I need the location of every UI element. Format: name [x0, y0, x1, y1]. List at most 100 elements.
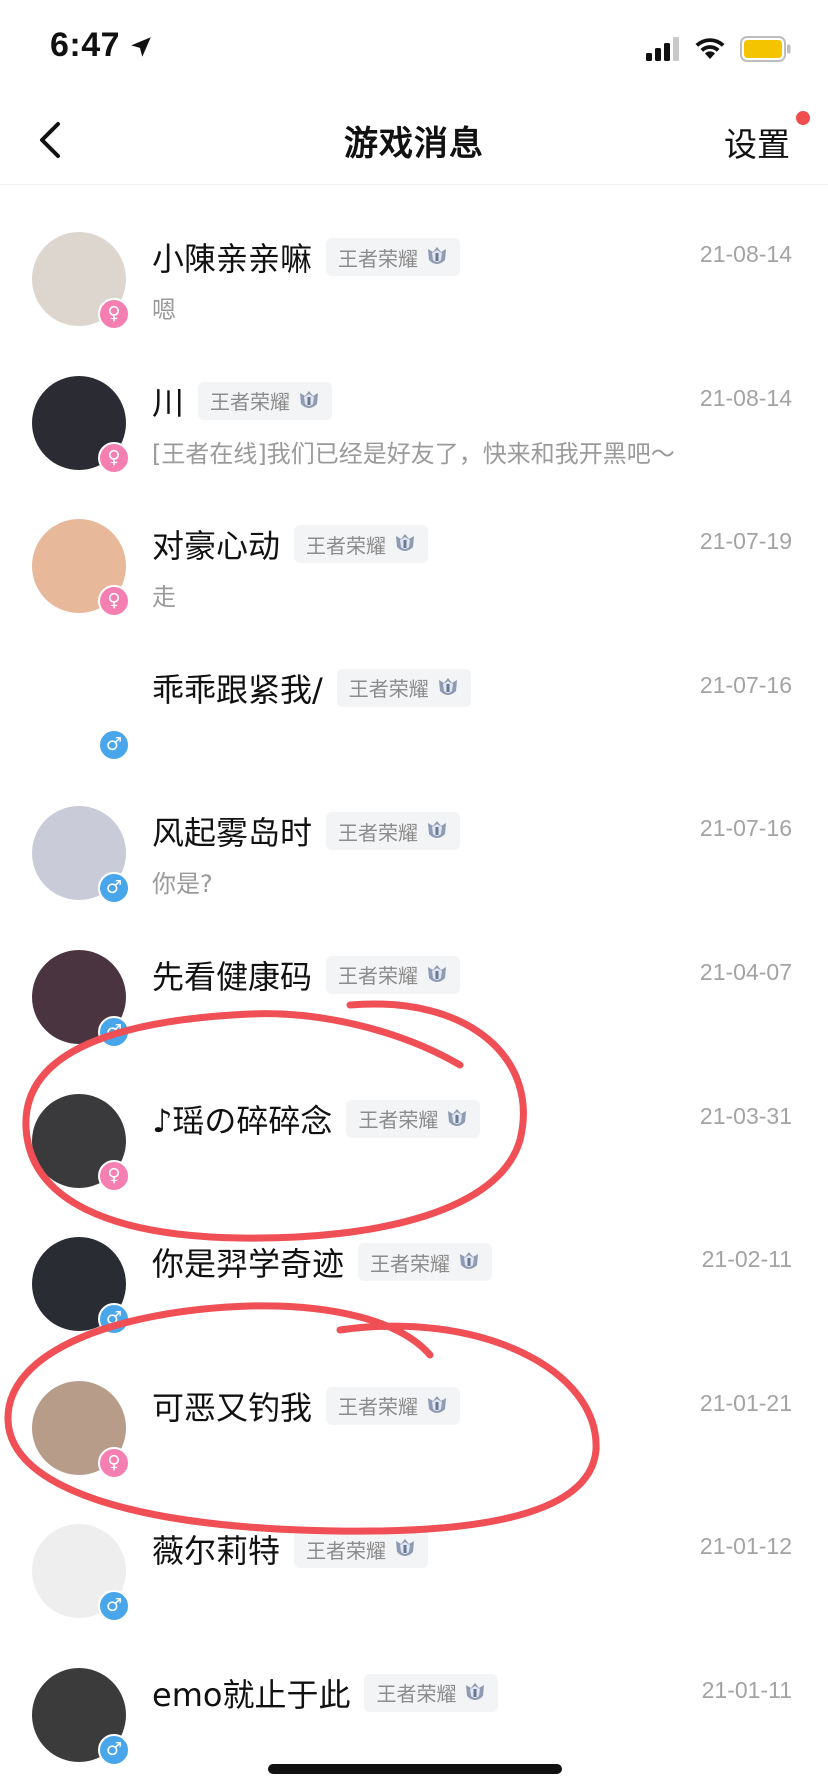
gender-badge: ♀: [98, 441, 130, 474]
nickname: 小陳亲亲嘛: [152, 240, 313, 278]
rank-badge-icon: [396, 534, 415, 552]
game-tag-label: 王者荣耀: [338, 1395, 419, 1420]
message-date: 21-04-07: [699, 958, 792, 985]
message-date: 21-01-12: [699, 1533, 792, 1560]
message-date: 21-03-31: [699, 1102, 792, 1129]
message-date: 21-01-11: [701, 1676, 792, 1703]
gender-badge: ♂: [98, 1303, 130, 1336]
row-header: 先看健康码 王者荣耀: [152, 953, 461, 997]
status-bar: 6:47: [0, 0, 828, 96]
message-row[interactable]: ♂ 风起雾岛时 王者荣耀 21-07-16 你是?: [0, 759, 828, 905]
nickname: 先看健康码: [152, 957, 313, 996]
gender-badge: ♀: [98, 585, 130, 618]
nickname: 对豪心动: [152, 527, 281, 566]
game-tag-label: 王者荣耀: [348, 677, 429, 702]
message-date: 21-07-16: [699, 815, 792, 842]
gender-badge: ♀: [98, 298, 130, 330]
status-time: 6:47: [50, 26, 121, 64]
rank-badge-icon: [428, 821, 447, 839]
message-list: ♀ 小陳亲亲嘛 王者荣耀 21-08-14 嗯 ♀ 川 王者荣耀 21-08-1…: [0, 185, 828, 1766]
row-header: 你是羿学奇迹 王者荣耀: [152, 1240, 493, 1284]
rank-badge-icon: [448, 1108, 467, 1126]
location-arrow-icon: [131, 37, 151, 57]
nickname: emo就止于此: [152, 1675, 351, 1714]
message-row[interactable]: ♀ 可恶又钓我 王者荣耀 21-01-21: [0, 1334, 828, 1479]
status-indicators: [646, 34, 792, 64]
wifi-icon: [695, 38, 725, 59]
game-tag: 王者荣耀: [326, 238, 461, 276]
rank-badge-icon: [300, 390, 319, 408]
message-date: 21-02-11: [701, 1246, 792, 1273]
gender-badge: ♂: [98, 1733, 130, 1766]
message-date: 21-01-21: [699, 1389, 792, 1416]
gender-badge: ♂: [98, 1015, 130, 1048]
message-row[interactable]: ♂ 你是羿学奇迹 王者荣耀 21-02-11: [0, 1190, 828, 1336]
game-tag-label: 王者荣耀: [210, 390, 291, 415]
message-preview: 你是?: [152, 870, 213, 899]
message-preview: 走: [152, 583, 176, 612]
notification-dot: [796, 111, 810, 125]
nickname: ♪瑶の碎碎念: [152, 1101, 333, 1140]
nickname: 川: [152, 383, 185, 422]
message-date: 21-08-14: [699, 241, 792, 267]
row-header: 小陳亲亲嘛 王者荣耀: [152, 235, 461, 279]
game-tag: 王者荣耀: [198, 381, 333, 420]
message-row[interactable]: ♂ 薇尔莉特 王者荣耀 21-01-12: [0, 1477, 828, 1623]
game-tag: 王者荣耀: [326, 955, 461, 994]
message-row[interactable]: ♂ 乖乖跟紧我/ 王者荣耀 21-07-16: [0, 616, 828, 761]
gender-badge: ♀: [98, 1446, 130, 1479]
message-row[interactable]: ♀ ♪瑶の碎碎念 王者荣耀 21-03-31: [0, 1047, 828, 1192]
rank-badge-icon: [428, 1395, 447, 1413]
gender-badge: ♀: [98, 1159, 130, 1192]
message-row[interactable]: ♀ 川 王者荣耀 21-08-14 [王者在线]我们已经是好友了，快来和我开黑吧…: [0, 329, 828, 474]
game-tag-label: 王者荣耀: [338, 246, 419, 271]
game-tag-label: 王者荣耀: [306, 533, 387, 558]
message-date: 21-08-14: [699, 384, 792, 411]
home-indicator[interactable]: [268, 1764, 562, 1774]
game-tag: 王者荣耀: [294, 1530, 429, 1569]
nickname: 薇尔莉特: [152, 1532, 281, 1571]
row-header: ♪瑶の碎碎念 王者荣耀: [152, 1097, 481, 1141]
row-header: 川 王者荣耀: [152, 379, 333, 423]
game-tag: 王者荣耀: [326, 1386, 461, 1425]
message-date: 21-07-19: [699, 528, 792, 555]
message-row[interactable]: ♀ 对豪心动 王者荣耀 21-07-19 走: [0, 472, 828, 618]
game-tag: 王者荣耀: [294, 525, 429, 564]
message-row[interactable]: ♀ 小陳亲亲嘛 王者荣耀 21-08-14 嗯: [0, 185, 828, 330]
rank-badge-icon: [428, 964, 447, 982]
gender-badge: ♂: [98, 872, 130, 905]
message-row[interactable]: ♂ 先看健康码 王者荣耀 21-04-07: [0, 903, 828, 1048]
game-tag: 王者荣耀: [364, 1673, 499, 1712]
rank-badge-icon: [466, 1682, 485, 1700]
nickname: 可恶又钓我: [152, 1388, 313, 1427]
row-header: 乖乖跟紧我/ 王者荣耀: [152, 666, 471, 710]
row-header: 可恶又钓我 王者荣耀: [152, 1384, 461, 1428]
battery-icon: [740, 36, 791, 62]
game-tag-label: 王者荣耀: [338, 964, 419, 989]
message-date: 21-07-16: [699, 671, 792, 698]
game-tag: 王者荣耀: [346, 1099, 481, 1138]
navigation-bar: 游戏消息 设置: [0, 96, 828, 185]
game-tag-label: 王者荣耀: [306, 1538, 387, 1563]
message-preview: 嗯: [152, 296, 176, 324]
settings-button[interactable]: 设置: [724, 118, 790, 166]
game-tag-label: 王者荣耀: [370, 1251, 451, 1276]
cellular-signal-icon: [646, 37, 679, 61]
row-header: emo就止于此 王者荣耀: [152, 1671, 499, 1715]
message-row[interactable]: ♂ emo就止于此 王者荣耀 21-01-11: [0, 1621, 828, 1766]
rank-badge-icon: [438, 677, 457, 695]
row-header: 风起雾岛时 王者荣耀: [152, 809, 461, 853]
game-tag: 王者荣耀: [358, 1243, 493, 1282]
page-title: 游戏消息: [344, 124, 484, 164]
rank-badge-icon: [460, 1252, 479, 1270]
rank-badge-icon: [428, 247, 447, 264]
message-preview: [王者在线]我们已经是好友了，快来和我开黑吧～: [152, 439, 675, 468]
nickname: 你是羿学奇迹: [152, 1245, 345, 1284]
game-tag: 王者荣耀: [326, 812, 461, 851]
gender-badge: ♂: [98, 1590, 130, 1623]
nickname: 乖乖跟紧我/: [152, 670, 323, 709]
rank-badge-icon: [396, 1539, 415, 1557]
game-tag: 王者荣耀: [336, 668, 471, 707]
game-tag-label: 王者荣耀: [358, 1108, 439, 1133]
game-tag-label: 王者荣耀: [376, 1682, 457, 1707]
